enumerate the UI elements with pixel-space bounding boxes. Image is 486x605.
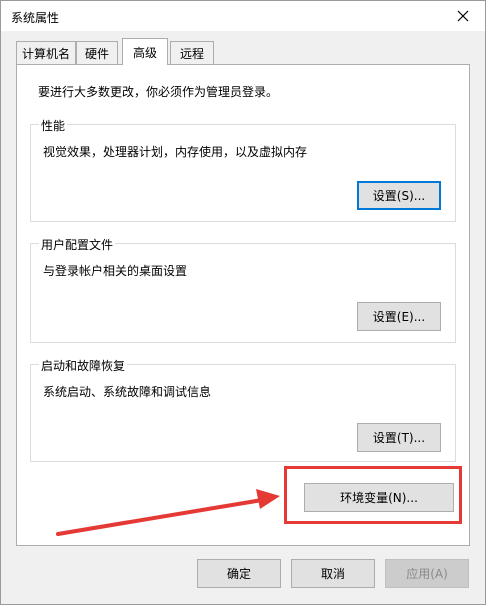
annotation-arrow-icon [56,489,280,536]
